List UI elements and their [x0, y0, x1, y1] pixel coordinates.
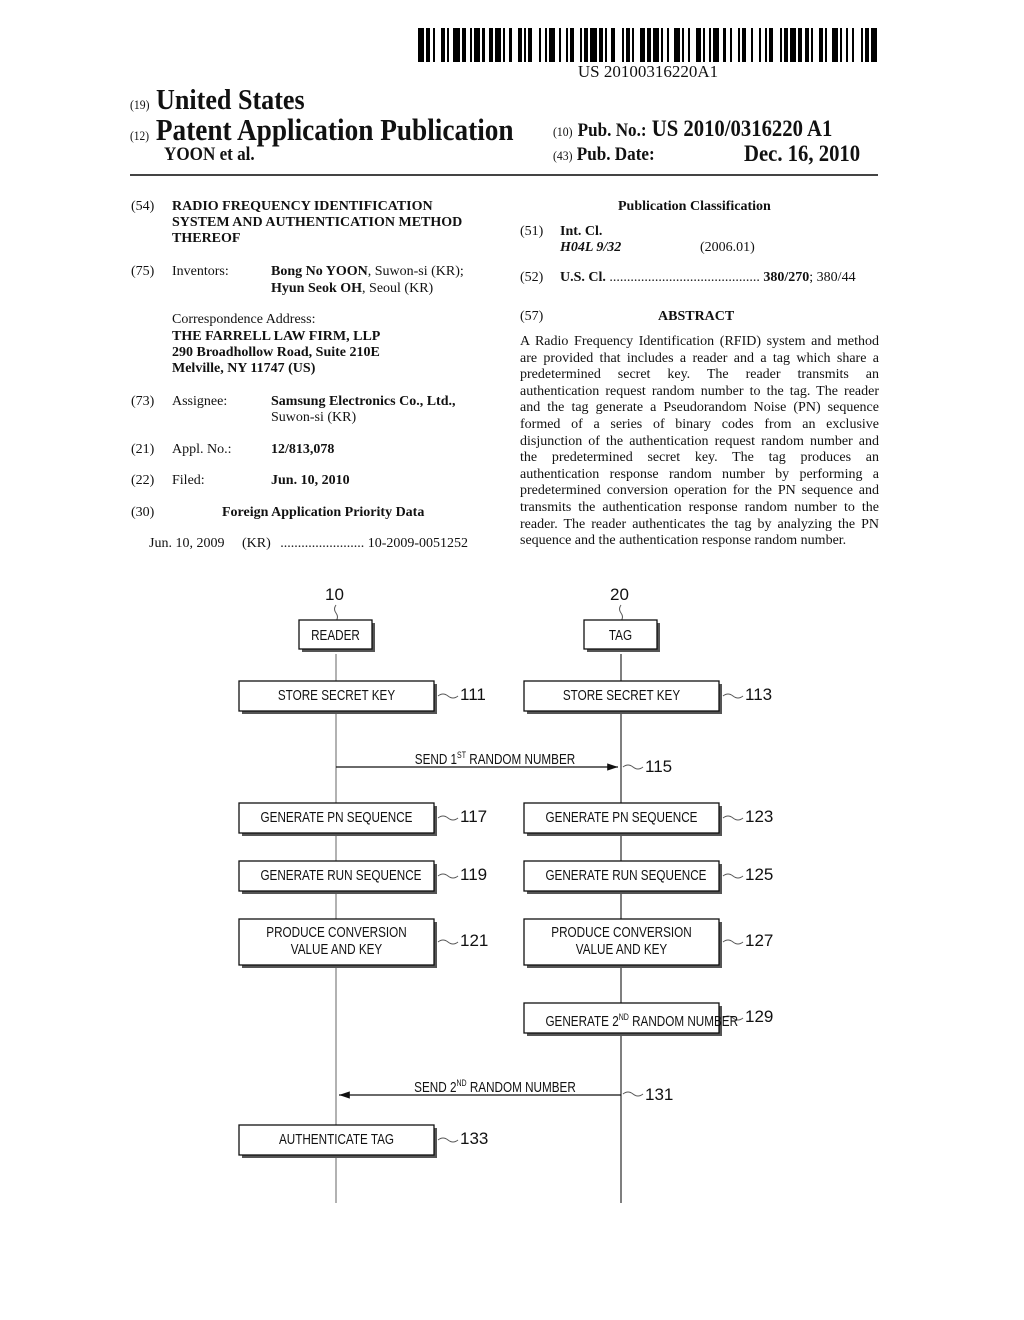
message-1-pre: SEND 1 — [414, 751, 458, 768]
message-1-sup: ST — [457, 750, 467, 760]
step-label-line: PRODUCE CONVERSION — [266, 924, 407, 941]
tag-step-ref: 127 — [745, 931, 774, 950]
squiggle-icon — [437, 693, 459, 699]
message-2-post: RANDOM NUMBER — [466, 1079, 576, 1096]
squiggle-icon — [437, 815, 459, 821]
message-label-1: SEND 1ST RANDOM NUMBER — [405, 747, 584, 768]
squiggle-icon — [622, 1091, 644, 1097]
reader-step-label: GENERATE RUN SEQUENCE — [260, 867, 422, 884]
reader-label: READER — [311, 627, 360, 644]
squiggle-icon — [437, 939, 459, 945]
step-label-line: VALUE AND KEY — [575, 941, 668, 958]
squiggle-icon — [722, 815, 744, 821]
reader-step-ref: 111 — [460, 685, 486, 704]
message-1-ref: 115 — [645, 757, 673, 776]
step-label-post: RANDOM NUMBER — [628, 1013, 739, 1030]
squiggle-icon — [619, 604, 623, 622]
reader-step-label: GENERATE PN SEQUENCE — [260, 809, 413, 826]
reader-step-ref: 117 — [460, 807, 488, 826]
reader-ref: 10 — [325, 585, 344, 604]
reader-step-label: STORE SECRET KEY — [277, 687, 396, 704]
reader-step-ref: 121 — [460, 931, 489, 950]
message-2-sup: ND — [456, 1078, 467, 1088]
tag-step-label: GENERATE PN SEQUENCE — [545, 809, 698, 826]
squiggle-icon — [722, 873, 744, 879]
message-1-post: RANDOM NUMBER — [466, 751, 576, 768]
sequence-diagram — [238, 604, 744, 1203]
squiggle-icon — [437, 1137, 459, 1143]
tag-step-ref: 123 — [745, 807, 774, 826]
message-2-pre: SEND 2 — [414, 1079, 457, 1096]
reader-step-ref: 133 — [460, 1129, 489, 1148]
squiggle-icon — [722, 939, 744, 945]
tag-ref: 20 — [610, 585, 629, 604]
step-label-line: PRODUCE CONVERSION — [551, 924, 692, 941]
tag-step-ref: 113 — [745, 685, 773, 704]
squiggle-icon — [722, 693, 744, 699]
tag-step-label: GENERATE 2ND RANDOM NUMBER — [545, 1009, 738, 1030]
message-label-2: SEND 2ND RANDOM NUMBER — [405, 1075, 584, 1096]
squiggle-icon — [437, 873, 459, 879]
step-label-pre: GENERATE 2 — [545, 1013, 619, 1030]
tag-step-label: PRODUCE CONVERSION VALUE AND KEY — [545, 924, 697, 958]
tag-step-label: GENERATE RUN SEQUENCE — [545, 867, 707, 884]
reader-step-ref: 119 — [460, 865, 488, 884]
step-label-line: VALUE AND KEY — [290, 941, 383, 958]
reader-step-label: PRODUCE CONVERSION VALUE AND KEY — [260, 924, 412, 958]
tag-label: TAG — [608, 627, 633, 644]
tag-step-ref: 125 — [745, 865, 774, 884]
squiggle-icon — [622, 764, 644, 770]
tag-step-label: STORE SECRET KEY — [562, 687, 681, 704]
message-2-ref: 131 — [645, 1085, 674, 1104]
squiggle-icon — [334, 604, 338, 622]
reader-step-label: AUTHENTICATE TAG — [278, 1131, 395, 1148]
step-label-sup: ND — [618, 1012, 629, 1022]
tag-step-ref: 129 — [745, 1007, 774, 1026]
